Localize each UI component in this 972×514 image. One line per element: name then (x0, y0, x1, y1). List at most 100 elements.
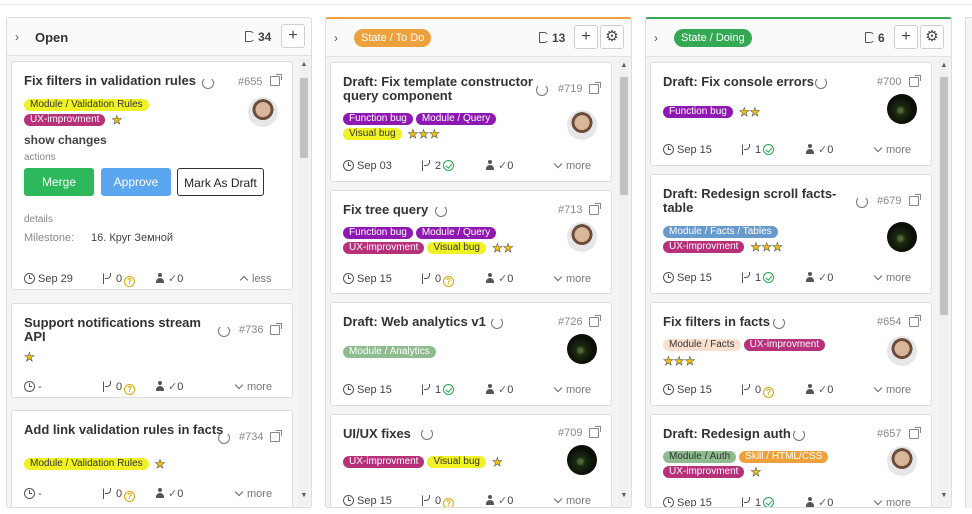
sync-icon[interactable] (435, 205, 447, 217)
issue-card[interactable]: Add link validation rules in facts #734 … (11, 410, 293, 507)
column-scrollbar[interactable]: ▲ ▼ (299, 58, 309, 505)
approve-button[interactable]: Approve (101, 168, 171, 196)
issue-title[interactable]: Draft: Web analytics v1 (343, 315, 543, 329)
external-link-icon[interactable] (270, 323, 282, 335)
scroll-down-arrow[interactable]: ▼ (299, 491, 309, 501)
merge-requests[interactable]: 1 (742, 496, 775, 507)
external-link-icon[interactable] (589, 203, 601, 215)
external-link-icon[interactable] (589, 315, 601, 327)
scroll-down-arrow[interactable]: ▼ (939, 491, 949, 501)
sync-icon[interactable] (815, 77, 827, 89)
merge-requests[interactable]: 0? (422, 272, 455, 287)
toggle-more-button[interactable]: more (234, 487, 272, 501)
issue-label[interactable]: Skill / HTML/CSS (739, 451, 829, 463)
sync-icon[interactable] (218, 325, 230, 337)
external-link-icon[interactable] (589, 426, 601, 438)
external-link-icon[interactable] (270, 74, 282, 86)
issue-card[interactable]: Fix filters in facts #654 Module / Facts… (650, 302, 932, 406)
merge-requests[interactable]: 0? (422, 494, 455, 507)
issue-label[interactable]: Function bug (343, 113, 413, 125)
merge-requests[interactable]: 1 (742, 143, 775, 157)
issue-label[interactable]: UX-improvment (743, 339, 826, 351)
issue-label[interactable]: Visual bug (343, 128, 402, 140)
state-label[interactable]: State / To Do (354, 29, 432, 47)
issue-label[interactable]: UX-improvment (663, 466, 745, 478)
issue-title[interactable]: UI/UX fixes (343, 427, 543, 441)
issue-label[interactable]: UX-improvment (343, 456, 425, 468)
external-link-icon[interactable] (270, 430, 282, 442)
issue-card[interactable]: Draft: Redesign auth #657 Module / Auth S… (650, 414, 932, 507)
issue-title[interactable]: Draft: Redesign auth (663, 427, 863, 441)
external-link-icon[interactable] (909, 194, 921, 206)
issue-title[interactable]: Fix filters in validation rules (24, 74, 224, 88)
state-label[interactable]: State / Doing (674, 29, 752, 47)
scroll-down-arrow[interactable]: ▼ (619, 491, 629, 501)
merge-requests[interactable]: 0? (103, 487, 136, 502)
scroll-up-arrow[interactable]: ▲ (299, 60, 309, 70)
issue-title[interactable]: Fix filters in facts (663, 315, 863, 329)
issue-card[interactable]: Fix filters in validation rules #655 Mod… (11, 61, 293, 290)
sync-icon[interactable] (421, 428, 433, 440)
issue-card[interactable]: Draft: Fix console errors #700 Function … (650, 62, 932, 166)
scroll-thumb[interactable] (620, 77, 628, 195)
merge-requests[interactable]: 2 (422, 159, 455, 173)
issue-label[interactable]: Visual bug (427, 456, 486, 468)
issue-label[interactable]: Function bug (343, 227, 413, 239)
issue-title[interactable]: Draft: Redesign scroll facts-table (663, 187, 838, 215)
toggle-more-button[interactable]: more (234, 380, 272, 394)
column-scrollbar[interactable]: ▲ ▼ (939, 59, 949, 505)
issue-label[interactable]: Module / Query (415, 227, 497, 239)
scroll-thumb[interactable] (940, 77, 948, 315)
issue-title[interactable]: Support notifications stream API (24, 316, 224, 344)
toggle-more-button[interactable]: more (873, 271, 911, 285)
toggle-more-button[interactable]: more (873, 496, 911, 507)
issue-label[interactable]: UX-improvment (24, 114, 106, 126)
sync-icon[interactable] (856, 196, 868, 208)
gear-icon[interactable]: ⚙ (920, 25, 944, 49)
chevron-right-icon[interactable]: › (334, 31, 346, 45)
issue-label[interactable]: Module / Auth (663, 451, 737, 463)
merge-requests[interactable]: 1 (742, 271, 775, 285)
chevron-right-icon[interactable]: › (15, 30, 27, 44)
add-issue-button[interactable]: + (281, 24, 305, 48)
issue-title[interactable]: Add link validation rules in facts (24, 423, 224, 437)
sync-icon[interactable] (202, 77, 214, 89)
issue-title[interactable]: Draft: Fix template constructor query co… (343, 75, 543, 103)
issue-label[interactable]: Module / Query (415, 113, 497, 125)
sync-icon[interactable] (218, 432, 230, 444)
issue-title[interactable]: Draft: Fix console errors (663, 75, 863, 89)
issue-label[interactable]: Module / Facts / Tables (663, 226, 778, 238)
issue-label[interactable]: Module / Validation Rules (24, 458, 149, 470)
external-link-icon[interactable] (909, 75, 921, 87)
external-link-icon[interactable] (589, 82, 601, 94)
issue-label[interactable]: Function bug (663, 106, 733, 118)
milestone-value[interactable]: 16. Круг Земной (91, 232, 173, 244)
issue-card[interactable]: Fix tree query #713 Function bug Module /… (330, 190, 612, 294)
issue-card[interactable]: Support notifications stream API #736 ★ … (11, 303, 293, 398)
scroll-up-arrow[interactable]: ▲ (619, 61, 629, 71)
scroll-thumb[interactable] (300, 78, 308, 158)
issue-card[interactable]: Draft: Redesign scroll facts-table #679 … (650, 174, 932, 294)
toggle-more-button[interactable]: more (553, 272, 591, 286)
toggle-more-button[interactable]: more (553, 494, 591, 507)
toggle-less-button[interactable]: less (239, 272, 272, 286)
merge-requests[interactable]: 0? (103, 272, 136, 287)
issue-label[interactable]: Module / Validation Rules (24, 99, 149, 111)
chevron-right-icon[interactable]: › (654, 31, 666, 45)
issue-label[interactable]: UX-improvment (343, 242, 425, 254)
toggle-more-button[interactable]: more (553, 159, 591, 173)
add-issue-button[interactable]: + (894, 25, 918, 49)
gear-icon[interactable]: ⚙ (600, 25, 624, 49)
sync-icon[interactable] (773, 317, 785, 329)
issue-label[interactable]: Module / Analytics (343, 346, 436, 358)
toggle-more-button[interactable]: more (873, 143, 911, 157)
sync-icon[interactable] (793, 429, 805, 441)
issue-card[interactable]: UI/UX fixes #709 UX-improvment Visual bug… (330, 414, 612, 507)
issue-label[interactable]: Visual bug (427, 242, 486, 254)
toggle-more-button[interactable]: more (553, 383, 591, 397)
toggle-more-button[interactable]: more (873, 383, 911, 397)
merge-button[interactable]: Merge (24, 168, 94, 196)
add-issue-button[interactable]: + (574, 25, 598, 49)
merge-requests[interactable]: 0? (103, 380, 136, 395)
sync-icon[interactable] (536, 84, 548, 96)
